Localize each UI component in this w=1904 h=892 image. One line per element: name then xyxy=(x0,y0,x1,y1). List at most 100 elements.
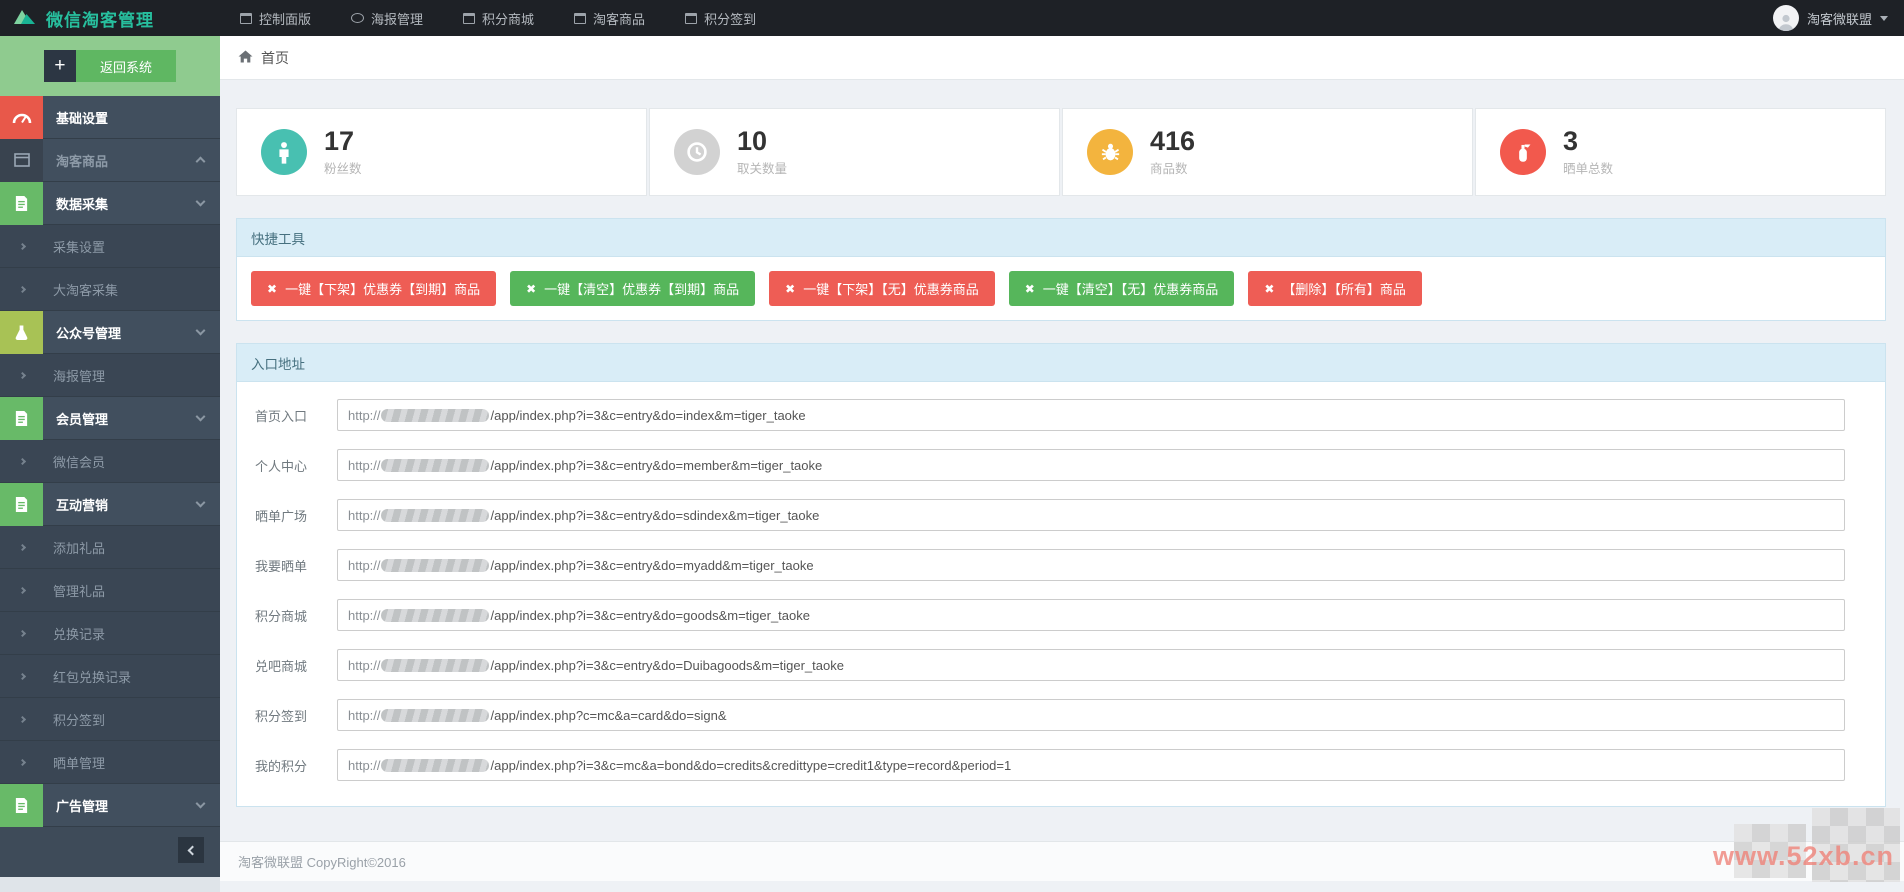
sidebar-item-add-gift[interactable]: 添加礼品 xyxy=(0,526,220,569)
remove-icon xyxy=(1264,281,1274,296)
entry-urls-header: 入口地址 xyxy=(237,344,1885,382)
stat-value: 10 xyxy=(737,125,768,156)
duiba-mall-url-input[interactable]: http:///app/index.php?i=3&c=entry&do=Dui… xyxy=(337,649,1845,681)
sidebar: + 返回系统 基础设置 淘客商品 数据采集 采集设置 大淘客采集 公众号管理 海… xyxy=(0,36,220,877)
sidebar-item-show-order-management[interactable]: 晒单管理 xyxy=(0,741,220,784)
entry-label: 我的积分 xyxy=(255,758,308,774)
topnav-label: 淘客商品 xyxy=(593,11,646,27)
sidebar-collapse-button[interactable] xyxy=(178,837,204,863)
topnav-points-signin[interactable]: 积分签到 xyxy=(665,0,776,36)
clear-no-coupon-goods-button[interactable]: 一键【清空】【无】优惠券商品 xyxy=(1008,271,1235,306)
member-center-url-input[interactable]: http:///app/index.php?i=3&c=entry&do=mem… xyxy=(337,449,1845,481)
remove-icon xyxy=(1025,281,1035,296)
chevron-left-icon xyxy=(187,845,198,855)
brand-logo-icon xyxy=(12,6,38,31)
sidebar-item-interactive-marketing[interactable]: 互动营销 xyxy=(0,482,220,526)
back-to-system-button[interactable]: 返回系统 xyxy=(75,50,176,82)
document-icon xyxy=(0,783,43,827)
show-order-square-url-input[interactable]: http:///app/index.php?i=3&c=entry&do=sdi… xyxy=(337,499,1845,531)
entry-row: 积分商城 http:///app/index.php?i=3&c=entry&d… xyxy=(247,590,1845,640)
chevron-down-icon xyxy=(195,798,206,809)
panel-title: 入口地址 xyxy=(251,356,305,372)
censored-domain xyxy=(380,658,489,672)
sidebar-item-redpacket-exchange-records[interactable]: 红包兑换记录 xyxy=(0,655,220,698)
entry-row: 晒单广场 http:///app/index.php?i=3&c=entry&d… xyxy=(247,490,1845,540)
entry-label: 兑吧商城 xyxy=(255,658,308,674)
censored-domain xyxy=(380,608,489,622)
sidebar-item-member-management[interactable]: 会员管理 xyxy=(0,396,220,440)
entry-row: 首页入口 http:///app/index.php?i=3&c=entry&d… xyxy=(247,390,1845,440)
sidebar-item-dataoke-collection[interactable]: 大淘客采集 xyxy=(0,268,220,311)
user-menu[interactable]: 淘客微联盟 xyxy=(1772,5,1904,31)
chevron-right-icon xyxy=(18,371,27,379)
stat-value: 17 xyxy=(324,125,355,156)
copyright-text: 淘客微联盟 CopyRight©2016 xyxy=(238,855,406,870)
points-mall-url-input[interactable]: http:///app/index.php?i=3&c=entry&do=goo… xyxy=(337,599,1845,631)
stats-row: 17 粉丝数 10 取关数量 416 商品数 3 晒单总数 xyxy=(236,108,1886,196)
sidebar-item-basic-settings[interactable]: 基础设置 xyxy=(0,95,220,139)
stat-label: 取关数量 xyxy=(737,162,788,177)
sidebar-item-collection-settings[interactable]: 采集设置 xyxy=(0,225,220,268)
breadcrumb: 首页 xyxy=(220,36,1904,80)
home-entry-url-input[interactable]: http:///app/index.php?i=3&c=entry&do=ind… xyxy=(337,399,1845,431)
entry-row: 个人中心 http:///app/index.php?i=3&c=entry&d… xyxy=(247,440,1845,490)
chevron-right-icon xyxy=(18,543,27,551)
censored-domain xyxy=(380,508,489,522)
window-icon xyxy=(685,12,698,24)
home-icon xyxy=(238,49,253,66)
sidebar-item-data-collection[interactable]: 数据采集 xyxy=(0,181,220,225)
document-icon xyxy=(0,396,43,440)
chevron-right-icon xyxy=(18,242,27,250)
breadcrumb-home[interactable]: 首页 xyxy=(261,48,289,68)
window-icon xyxy=(574,12,587,24)
sidebar-item-wechat-members[interactable]: 微信会员 xyxy=(0,440,220,483)
app-title: 微信淘客管理 xyxy=(46,10,154,30)
stat-label: 粉丝数 xyxy=(324,162,362,177)
chevron-down-icon xyxy=(195,196,206,207)
sidebar-item-official-account[interactable]: 公众号管理 xyxy=(0,310,220,354)
entry-label: 积分签到 xyxy=(255,708,308,724)
sidebar-item-poster-management[interactable]: 海报管理 xyxy=(0,354,220,397)
sidebar-menu: 基础设置 淘客商品 数据采集 采集设置 大淘客采集 公众号管理 海报管理 会员管… xyxy=(0,95,220,827)
sidebar-item-exchange-records[interactable]: 兑换记录 xyxy=(0,612,220,655)
chevron-right-icon xyxy=(18,586,27,594)
entry-label: 积分商城 xyxy=(255,608,308,624)
sidebar-item-manage-gifts[interactable]: 管理礼品 xyxy=(0,569,220,612)
clock-icon xyxy=(674,129,720,175)
entry-label: 个人中心 xyxy=(255,458,308,474)
stat-card-fans: 17 粉丝数 xyxy=(236,108,647,196)
sidebar-item-taoke-goods[interactable]: 淘客商品 xyxy=(0,138,220,182)
entry-urls-panel: 入口地址 首页入口 http:///app/index.php?i=3&c=en… xyxy=(236,343,1886,807)
app-brand[interactable]: 微信淘客管理 xyxy=(0,6,220,31)
entry-row: 兑吧商城 http:///app/index.php?i=3&c=entry&d… xyxy=(247,640,1845,690)
quick-tools-header: 快捷工具 xyxy=(237,219,1885,257)
clear-expired-coupon-goods-button[interactable]: 一键【清空】优惠券【到期】商品 xyxy=(510,271,756,306)
sidebar-header: + 返回系统 xyxy=(0,36,220,96)
remove-icon xyxy=(526,281,536,296)
add-button[interactable]: + xyxy=(43,50,76,82)
bug-icon xyxy=(1087,129,1133,175)
sidebar-item-ad-management[interactable]: 广告管理 xyxy=(0,783,220,827)
entry-label: 首页入口 xyxy=(255,408,308,424)
topnav-control-panel[interactable]: 控制面版 xyxy=(220,0,331,36)
points-signin-url-input[interactable]: http:///app/index.php?c=mc&a=card&do=sig… xyxy=(337,699,1845,731)
stat-card-goods: 416 商品数 xyxy=(1062,108,1473,196)
footer: 淘客微联盟 CopyRight©2016 xyxy=(220,841,1904,881)
flask-icon xyxy=(0,310,43,354)
topnav-points-mall[interactable]: 积分商城 xyxy=(443,0,554,36)
my-show-order-url-input[interactable]: http:///app/index.php?i=3&c=entry&do=mya… xyxy=(337,549,1845,581)
my-points-url-input[interactable]: http:///app/index.php?i=3&c=mc&a=bond&do… xyxy=(337,749,1845,781)
fire-extinguisher-icon xyxy=(1500,129,1546,175)
remove-icon xyxy=(785,281,795,296)
delete-all-goods-button[interactable]: 【删除】【所有】商品 xyxy=(1248,271,1422,306)
chevron-down-icon xyxy=(195,411,206,422)
chevron-down-icon xyxy=(195,325,206,336)
offshelf-expired-coupon-goods-button[interactable]: 一键【下架】优惠券【到期】商品 xyxy=(251,271,497,306)
sidebar-item-points-signin[interactable]: 积分签到 xyxy=(0,698,220,741)
offshelf-no-coupon-goods-button[interactable]: 一键【下架】【无】优惠券商品 xyxy=(769,271,995,306)
topnav-label: 控制面版 xyxy=(259,11,312,27)
topnav-taoke-goods[interactable]: 淘客商品 xyxy=(554,0,665,36)
window-icon xyxy=(240,12,252,24)
topnav-poster-management[interactable]: 海报管理 xyxy=(331,0,443,36)
document-icon xyxy=(0,482,43,526)
